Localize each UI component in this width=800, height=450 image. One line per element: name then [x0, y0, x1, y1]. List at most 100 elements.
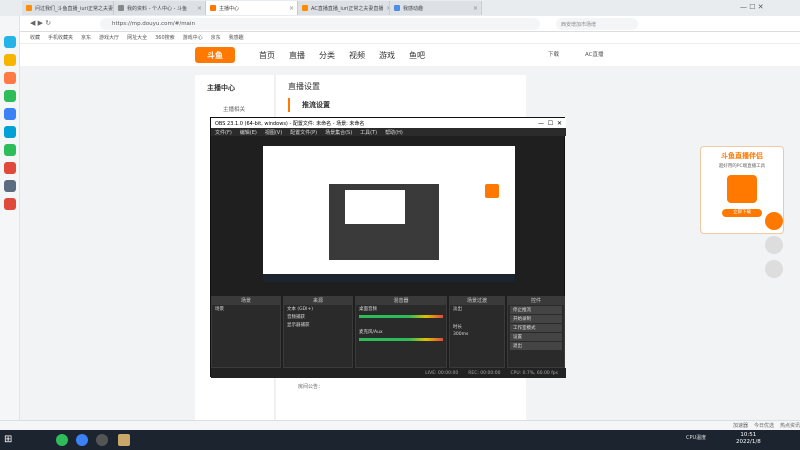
bookmark-item[interactable]: 网址大全	[127, 34, 147, 41]
status-item[interactable]: 加速器	[733, 422, 748, 429]
settings-button[interactable]: 设置	[510, 333, 562, 341]
user-menu[interactable]: AC直播	[585, 50, 604, 58]
scenes-dock: 场景 场景	[211, 296, 281, 368]
transition-type[interactable]: 淡出	[450, 305, 504, 313]
left-item[interactable]: 主播相关	[195, 101, 274, 117]
rec-time: REC: 00:00:00	[468, 370, 501, 376]
douyu-app-icon	[727, 175, 757, 203]
menu-view[interactable]: 视图(V)	[265, 129, 282, 136]
cpu-temp-label: CPU温度	[686, 435, 707, 441]
controls-dock: 控件 停止推流 开始录制 工作室模式 设置 退出	[507, 296, 565, 368]
obs-status-bar: LIVE: 00:00:00 REC: 00:00:00 CPU: 0.7%, …	[211, 368, 566, 378]
nav-buttons-icon[interactable]: ◀ ▶ ↻	[30, 19, 51, 27]
play-icon[interactable]	[765, 212, 783, 230]
dock-title: 场景过渡	[450, 297, 504, 305]
ad-subtitle: 超好用的PC端直播工具	[718, 164, 766, 169]
close-icon[interactable]: ×	[289, 5, 294, 12]
obs-window[interactable]: OBS 23.1.0 (64-bit, windows) - 配置文件: 未命名…	[210, 117, 566, 378]
menu-edit[interactable]: 编辑(E)	[240, 129, 257, 136]
clock-time: 10:51	[740, 432, 757, 438]
bookmark-item[interactable]: 京东	[211, 34, 221, 41]
app-icon[interactable]	[76, 434, 88, 446]
nav-yuba[interactable]: 鱼吧	[409, 50, 425, 61]
tab-2[interactable]: 我的资料 - 个人中心 - 斗鱼 ×	[114, 1, 206, 15]
main-title: 直播设置	[288, 82, 320, 91]
mixer-dock: 混音器 桌面音频 麦克风/Aux	[355, 296, 447, 368]
home-icon[interactable]	[765, 236, 783, 254]
nav-category[interactable]: 分类	[319, 50, 335, 61]
sources-dock: 来源 文本 (GDI+) 音频捕获 显示器捕获	[283, 296, 353, 368]
nav-game[interactable]: 游戏	[379, 50, 395, 61]
volume-meter[interactable]	[359, 338, 443, 341]
nav-home[interactable]: 首页	[259, 50, 275, 61]
app-icon[interactable]	[4, 36, 16, 48]
studio-mode-button[interactable]: 工作室模式	[510, 324, 562, 332]
cpu-status: CPU: 0.7%, 60.00 fps	[510, 370, 559, 376]
windows-start-icon[interactable]: ⊞	[4, 434, 16, 446]
obs-icon[interactable]	[96, 434, 108, 446]
app-icon[interactable]	[4, 90, 16, 102]
mixer-track: 桌面音频	[359, 307, 377, 312]
app-icon[interactable]	[4, 126, 16, 138]
bookmark-item[interactable]: 我感趣	[229, 34, 244, 41]
star-icon[interactable]	[4, 54, 16, 66]
bookmark-item[interactable]: 收藏	[30, 34, 40, 41]
douyu-logo[interactable]: 斗鱼	[195, 47, 235, 63]
mixer-track: 麦克风/Aux	[359, 330, 383, 335]
duration-label: 时长	[453, 325, 462, 330]
source-item[interactable]: 文本 (GDI+)	[284, 305, 352, 313]
menu-file[interactable]: 文件(F)	[215, 129, 232, 136]
tab-4[interactable]: AC直播直播_iuri正常之夫妻直播×	[298, 1, 390, 15]
bookmark-item[interactable]: 手机收藏夹	[48, 34, 73, 41]
menu-scene-collection[interactable]: 场景集合(S)	[325, 129, 352, 136]
app-icon[interactable]	[56, 434, 68, 446]
ad-download-button[interactable]: 立即下载	[722, 209, 762, 217]
menu-help[interactable]: 帮助(H)	[385, 129, 403, 136]
app-icon[interactable]	[4, 144, 16, 156]
window-controls[interactable]: — ☐ ✕	[538, 120, 562, 127]
source-item[interactable]: 显示器捕获	[284, 321, 352, 329]
bookmark-item[interactable]: 京东	[81, 34, 91, 41]
app-icon[interactable]	[4, 180, 16, 192]
window-controls[interactable]: — ☐ ✕	[740, 3, 764, 11]
tab-label: 问过我们_斗鱼直播_iuri正常之夫妻	[35, 5, 114, 12]
obs-preview[interactable]	[263, 146, 515, 282]
scene-item[interactable]: 场景	[212, 305, 280, 313]
tab-label: 主播中心	[219, 5, 240, 12]
close-icon[interactable]: ×	[197, 5, 202, 12]
exit-button[interactable]: 退出	[510, 342, 562, 350]
url-text: https://mp.douyu.com/#/main	[112, 21, 195, 27]
tab-1[interactable]: 问过我们_斗鱼直播_iuri正常之夫妻×	[22, 1, 114, 15]
app-icon[interactable]	[4, 108, 16, 120]
status-item[interactable]: 今日优选	[754, 422, 774, 429]
duration-input[interactable]: 300ms	[450, 331, 504, 338]
dock-title: 混音器	[356, 297, 446, 305]
bookmark-item[interactable]: 游戏大厅	[99, 34, 119, 41]
app-icon[interactable]	[4, 72, 16, 84]
url-input[interactable]: https://mp.douyu.com/#/main	[100, 18, 540, 30]
bookmark-item[interactable]: 游戏中心	[183, 34, 203, 41]
menu-profile[interactable]: 配置文件(P)	[290, 129, 317, 136]
clock[interactable]: 10:51 2022/1/8	[736, 432, 761, 446]
app-icon[interactable]	[118, 434, 130, 446]
menu-tools[interactable]: 工具(T)	[360, 129, 377, 136]
start-record-button[interactable]: 开始录制	[510, 315, 562, 323]
tab-3[interactable]: 主播中心 ×	[206, 1, 298, 15]
app-icon[interactable]	[4, 162, 16, 174]
close-icon[interactable]: ×	[473, 5, 478, 12]
source-item[interactable]: 音频捕获	[284, 313, 352, 321]
app-icon[interactable]	[4, 198, 16, 210]
volume-meter[interactable]	[359, 315, 443, 318]
stop-stream-button[interactable]: 停止推流	[510, 306, 562, 314]
browser-sidebar	[0, 16, 20, 430]
tab-bar: 问过我们_斗鱼直播_iuri正常之夫妻× 我的资料 - 个人中心 - 斗鱼× 主…	[0, 0, 800, 16]
download-link[interactable]: 下载	[548, 50, 559, 58]
tab-5[interactable]: 我感动趣 ×	[390, 1, 482, 15]
status-item[interactable]: 热点资讯	[780, 422, 800, 429]
bookmark-item[interactable]: 360搜索	[155, 34, 175, 41]
search-input[interactable]: 西安增加市场增	[556, 18, 638, 30]
nav-video[interactable]: 视频	[349, 50, 365, 61]
scan-icon[interactable]	[765, 260, 783, 278]
nav-live[interactable]: 直播	[289, 50, 305, 61]
obs-title: OBS 23.1.0 (64-bit, windows) - 配置文件: 未命名…	[215, 120, 365, 127]
